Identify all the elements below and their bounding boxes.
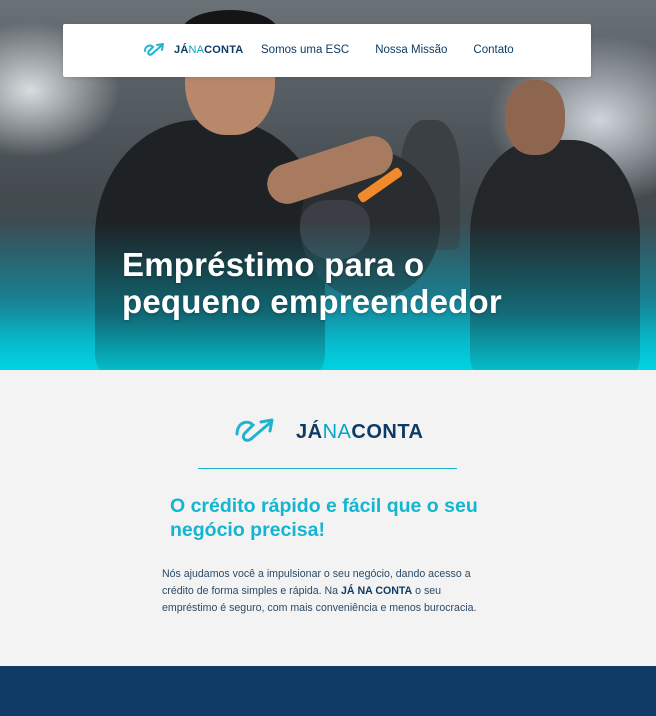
content-logo: JÁNACONTA <box>232 414 424 450</box>
nav-logo[interactable]: JÁNACONTA <box>142 41 243 59</box>
content-logo-ja: JÁ <box>296 420 323 443</box>
hero-title: Empréstimo para o pequeno empreendedor <box>122 246 542 320</box>
nav-logo-ja: JÁ <box>174 44 189 56</box>
content-logo-conta: CONTA <box>351 420 424 443</box>
section-body-text: Nós ajudamos você a impulsionar o seu ne… <box>162 566 497 617</box>
nav-link-contato[interactable]: Contato <box>473 44 513 56</box>
headline-line2: negócio precisa! <box>170 519 325 541</box>
nav-logo-na: NA <box>188 44 205 56</box>
footer-band <box>0 666 656 716</box>
hero-title-line2: pequeno empreendedor <box>122 283 502 320</box>
section-divider <box>198 468 457 469</box>
nav-logo-text: JÁNACONTA <box>174 44 243 56</box>
section-headline: O crédito rápido e fácil que o seu negóc… <box>170 494 500 542</box>
nav-link-somos-uma-esc[interactable]: Somos uma ESC <box>261 44 349 56</box>
nav-logo-conta: CONTA <box>204 44 244 56</box>
content-logo-na: NA <box>322 420 352 443</box>
arrow-logo-icon <box>235 418 274 442</box>
nav-links: Somos uma ESC Nossa Missão Contato <box>261 44 514 56</box>
headline-line1: O crédito rápido e fácil que o seu <box>170 495 478 517</box>
arrow-logo-icon <box>144 43 164 56</box>
hero-title-line1: Empréstimo para o <box>122 246 425 283</box>
nav-link-nossa-missao[interactable]: Nossa Missão <box>375 44 447 56</box>
top-navigation: JÁNACONTA Somos uma ESC Nossa Missão Con… <box>63 24 591 77</box>
content-logo-text: JÁNACONTA <box>296 421 424 444</box>
body-text-brand: JÁ NA CONTA <box>341 585 413 597</box>
